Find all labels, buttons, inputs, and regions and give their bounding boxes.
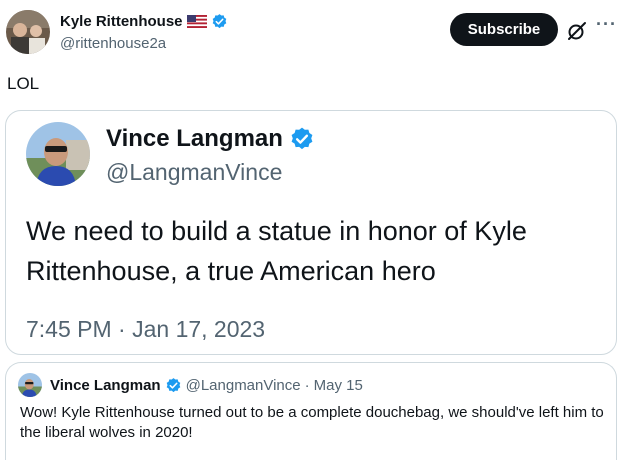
- us-flag-icon: [186, 15, 207, 28]
- nested-tweet-header: Vince Langman @LangmanVince · May 15: [50, 377, 363, 394]
- quoted-author-name-row[interactable]: Vince Langman: [106, 125, 315, 153]
- grok-icon[interactable]: [566, 20, 588, 42]
- verified-badge-icon[interactable]: [165, 377, 182, 394]
- nested-tweet-date[interactable]: May 15: [314, 377, 363, 394]
- tweet-text: LOL: [7, 74, 40, 93]
- quoted-tweet-timestamp[interactable]: 7:45 PM · Jan 17, 2023: [26, 316, 265, 343]
- quoted-tweet-card[interactable]: Vince Langman @LangmanVince We need to b…: [5, 110, 617, 355]
- subscribe-button[interactable]: Subscribe: [450, 13, 558, 46]
- author-name-row[interactable]: Kyle Rittenhouse: [60, 13, 228, 30]
- nested-quoted-tweet-card[interactable]: Vince Langman @LangmanVince · May 15 Wow…: [5, 362, 617, 460]
- quoted-author-name[interactable]: Vince Langman: [106, 125, 283, 153]
- tweet-header: Kyle Rittenhouse @rittenhouse2a Subscrib…: [0, 0, 634, 64]
- nested-tweet-text: Wow! Kyle Rittenhouse turned out to be a…: [20, 404, 604, 441]
- quoted-tweet-text: We need to build a statue in honor of Ky…: [26, 216, 527, 286]
- verified-badge-icon[interactable]: [289, 126, 315, 152]
- more-options-icon[interactable]: ···: [596, 14, 617, 35]
- nested-author-name[interactable]: Vince Langman: [50, 377, 161, 394]
- separator-dot: ·: [304, 377, 310, 394]
- verified-badge-icon[interactable]: [211, 13, 228, 30]
- nested-author-handle[interactable]: @LangmanVince: [186, 377, 301, 394]
- quoted-author-avatar[interactable]: [26, 122, 90, 186]
- quoted-author-handle[interactable]: @LangmanVince: [106, 159, 282, 186]
- author-name[interactable]: Kyle Rittenhouse: [60, 13, 183, 30]
- author-handle[interactable]: @rittenhouse2a: [60, 35, 166, 52]
- nested-author-avatar[interactable]: [18, 373, 42, 397]
- author-avatar[interactable]: [6, 10, 50, 54]
